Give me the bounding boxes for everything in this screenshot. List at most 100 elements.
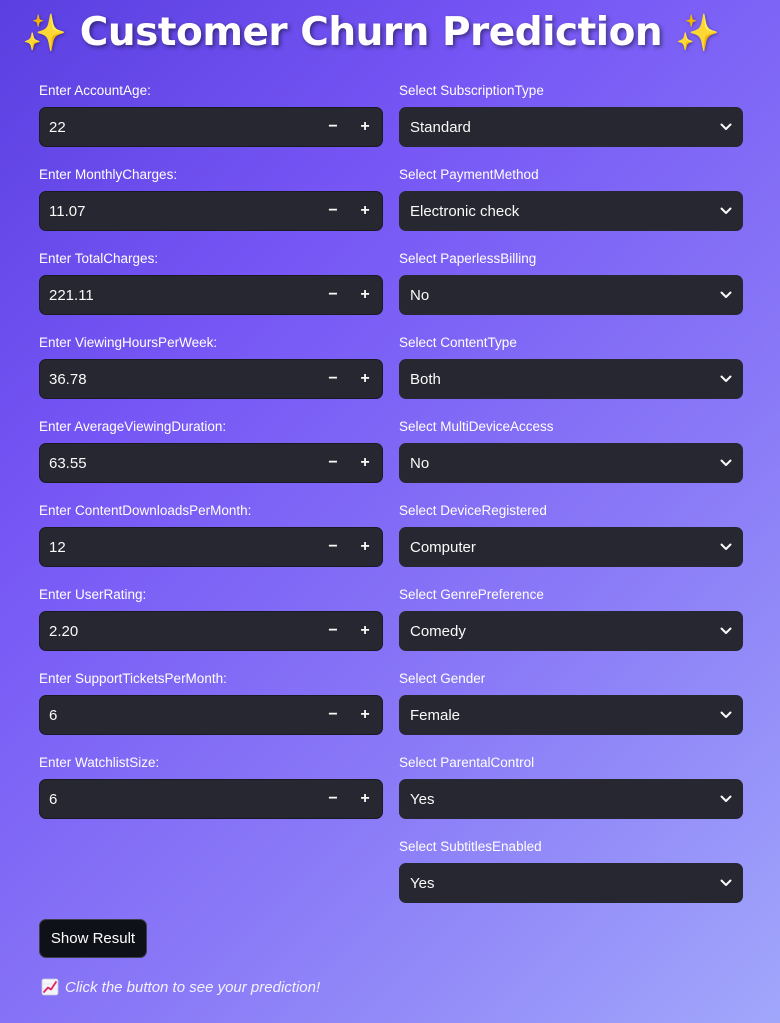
hint-text: Click the button to see your prediction! [65, 978, 321, 996]
account-age-input[interactable]: 22 − + [39, 107, 383, 147]
decrement-button[interactable]: − [317, 276, 349, 314]
input-value[interactable]: 36.78 [40, 371, 317, 388]
field-account-age: Enter AccountAge: 22 − + [39, 82, 383, 166]
field-user-rating: Enter UserRating: 2.20 − + [39, 586, 383, 670]
input-value[interactable]: 11.07 [40, 203, 317, 220]
increment-button[interactable]: + [349, 192, 381, 230]
field-support-tickets: Enter SupportTicketsPerMonth: 6 − + [39, 670, 383, 754]
field-label: Select SubscriptionType [399, 83, 544, 98]
content-type-select[interactable]: Both [399, 359, 743, 399]
chevron-down-icon[interactable] [709, 611, 743, 651]
increment-button[interactable]: + [349, 360, 381, 398]
decrement-button[interactable]: − [317, 696, 349, 734]
field-label: Enter ContentDownloadsPerMonth: [39, 503, 252, 518]
field-label: Enter TotalCharges: [39, 251, 159, 266]
payment-method-select[interactable]: Electronic check [399, 191, 743, 231]
field-payment-method: Select PaymentMethod Electronic check [399, 166, 743, 250]
paperless-billing-select[interactable]: No [399, 275, 743, 315]
select-inputs-column: Select SubscriptionType Standard Select … [399, 82, 743, 922]
field-label: Enter WatchlistSize: [39, 755, 160, 770]
watchlist-size-input[interactable]: 6 − + [39, 779, 383, 819]
increment-button[interactable]: + [349, 444, 381, 482]
decrement-button[interactable]: − [317, 780, 349, 818]
sparkle-icon-right: ✨ [675, 13, 720, 54]
chevron-down-icon[interactable] [709, 191, 743, 231]
field-label: Enter ViewingHoursPerWeek: [39, 335, 218, 350]
increment-button[interactable]: + [349, 276, 381, 314]
device-registered-select[interactable]: Computer [399, 527, 743, 567]
field-subscription-type: Select SubscriptionType Standard [399, 82, 743, 166]
field-total-charges: Enter TotalCharges: 221.11 − + [39, 250, 383, 334]
field-label: Select SubtitlesEnabled [399, 839, 542, 854]
increment-button[interactable]: + [349, 108, 381, 146]
monthly-charges-input[interactable]: 11.07 − + [39, 191, 383, 231]
input-value[interactable]: 221.11 [40, 287, 317, 304]
decrement-button[interactable]: − [317, 192, 349, 230]
field-content-type: Select ContentType Both [399, 334, 743, 418]
total-charges-input[interactable]: 221.11 − + [39, 275, 383, 315]
average-viewing-duration-input[interactable]: 63.55 − + [39, 443, 383, 483]
chevron-down-icon[interactable] [709, 779, 743, 819]
user-rating-input[interactable]: 2.20 − + [39, 611, 383, 651]
field-parental-control: Select ParentalControl Yes [399, 754, 743, 838]
chevron-down-icon[interactable] [709, 359, 743, 399]
subscription-type-select[interactable]: Standard [399, 107, 743, 147]
input-value[interactable]: 63.55 [40, 455, 317, 472]
selected-value[interactable]: Both [399, 371, 709, 388]
parental-control-select[interactable]: Yes [399, 779, 743, 819]
support-tickets-input[interactable]: 6 − + [39, 695, 383, 735]
input-value[interactable]: 22 [40, 119, 317, 136]
decrement-button[interactable]: − [317, 612, 349, 650]
field-average-viewing-duration: Enter AverageViewingDuration: 63.55 − + [39, 418, 383, 502]
selected-value[interactable]: Female [399, 707, 709, 724]
field-multi-device-access: Select MultiDeviceAccess No [399, 418, 743, 502]
field-label: Select Gender [399, 671, 486, 686]
chevron-down-icon[interactable] [709, 275, 743, 315]
selected-value[interactable]: No [399, 455, 709, 472]
field-label: Enter AccountAge: [39, 83, 151, 98]
sparkle-icon-left: ✨ [22, 13, 67, 54]
field-label: Select MultiDeviceAccess [399, 419, 554, 434]
input-value[interactable]: 6 [40, 791, 317, 808]
viewing-hours-input[interactable]: 36.78 − + [39, 359, 383, 399]
chevron-down-icon[interactable] [709, 443, 743, 483]
field-gender: Select Gender Female [399, 670, 743, 754]
field-viewing-hours: Enter ViewingHoursPerWeek: 36.78 − + [39, 334, 383, 418]
multi-device-access-select[interactable]: No [399, 443, 743, 483]
field-label: Select ParentalControl [399, 755, 535, 770]
selected-value[interactable]: Electronic check [399, 203, 709, 220]
selected-value[interactable]: No [399, 287, 709, 304]
chevron-down-icon[interactable] [709, 695, 743, 735]
decrement-button[interactable]: − [317, 444, 349, 482]
subtitles-enabled-select[interactable]: Yes [399, 863, 743, 903]
input-value[interactable]: 6 [40, 707, 317, 724]
increment-button[interactable]: + [349, 528, 381, 566]
field-label: Select PaymentMethod [399, 167, 539, 182]
field-label: Select GenrePreference [399, 587, 544, 602]
field-subtitles-enabled: Select SubtitlesEnabled Yes [399, 838, 743, 922]
chevron-down-icon[interactable] [709, 527, 743, 567]
increment-button[interactable]: + [349, 612, 381, 650]
show-result-button[interactable]: Show Result [39, 919, 147, 958]
chart-increasing-icon [41, 978, 59, 996]
gender-select[interactable]: Female [399, 695, 743, 735]
decrement-button[interactable]: − [317, 108, 349, 146]
increment-button[interactable]: + [349, 696, 381, 734]
increment-button[interactable]: + [349, 780, 381, 818]
genre-preference-select[interactable]: Comedy [399, 611, 743, 651]
prediction-hint: Click the button to see your prediction! [41, 978, 320, 996]
input-value[interactable]: 12 [40, 539, 317, 556]
field-label: Enter UserRating: [39, 587, 147, 602]
chevron-down-icon[interactable] [709, 863, 743, 903]
selected-value[interactable]: Standard [399, 119, 709, 136]
field-label: Enter AverageViewingDuration: [39, 419, 227, 434]
input-value[interactable]: 2.20 [40, 623, 317, 640]
selected-value[interactable]: Computer [399, 539, 709, 556]
chevron-down-icon[interactable] [709, 107, 743, 147]
selected-value[interactable]: Comedy [399, 623, 709, 640]
content-downloads-input[interactable]: 12 − + [39, 527, 383, 567]
selected-value[interactable]: Yes [399, 875, 709, 892]
decrement-button[interactable]: − [317, 528, 349, 566]
selected-value[interactable]: Yes [399, 791, 709, 808]
decrement-button[interactable]: − [317, 360, 349, 398]
